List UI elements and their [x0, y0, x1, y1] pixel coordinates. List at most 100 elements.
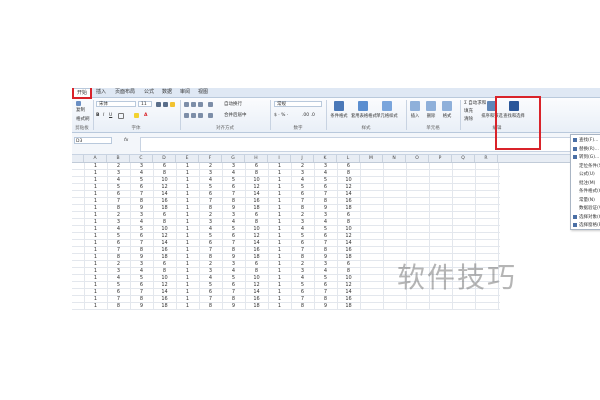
fill-color-icon[interactable] [134, 113, 139, 118]
table-cell[interactable]: 1 [176, 296, 199, 303]
table-cell[interactable]: 1 [176, 233, 199, 240]
table-cell[interactable]: 6 [222, 233, 245, 240]
table-cell[interactable]: 3 [199, 268, 222, 275]
tab-view[interactable]: 视图 [196, 88, 210, 97]
column-header[interactable]: C [130, 155, 153, 162]
table-cell[interactable]: 12 [245, 282, 268, 289]
table-cell[interactable]: 4 [291, 226, 314, 233]
table-cell[interactable]: 8 [314, 247, 337, 254]
table-cell[interactable]: 6 [130, 233, 153, 240]
table-cell[interactable]: 8 [222, 247, 245, 254]
table-cell[interactable]: 14 [337, 240, 360, 247]
table-cell[interactable]: 8 [222, 296, 245, 303]
table-cell[interactable]: 3 [222, 212, 245, 219]
table-cell[interactable]: 1 [84, 184, 107, 191]
table-cell[interactable]: 1 [84, 261, 107, 268]
table-cell[interactable]: 1 [84, 240, 107, 247]
table-cell[interactable]: 1 [268, 170, 291, 177]
table-cell[interactable]: 5 [291, 184, 314, 191]
table-cell[interactable]: 2 [199, 261, 222, 268]
table-cell[interactable]: 7 [130, 289, 153, 296]
table-cell[interactable]: 3 [314, 261, 337, 268]
table-cell[interactable]: 1 [84, 254, 107, 261]
column-header[interactable]: M [360, 155, 383, 162]
table-cell[interactable]: 3 [291, 268, 314, 275]
table-cell[interactable]: 9 [130, 205, 153, 212]
table-cell[interactable]: 4 [107, 226, 130, 233]
table-cell[interactable]: 1 [176, 184, 199, 191]
table-cell[interactable]: 1 [268, 289, 291, 296]
table-cell[interactable]: 12 [245, 233, 268, 240]
table-cell[interactable]: 14 [153, 240, 176, 247]
table-cell[interactable]: 1 [84, 163, 107, 170]
table-cell[interactable]: 8 [314, 198, 337, 205]
table-cell[interactable]: 4 [222, 219, 245, 226]
table-cell[interactable]: 3 [222, 261, 245, 268]
table-cell[interactable]: 1 [84, 177, 107, 184]
table-cell[interactable]: 6 [337, 261, 360, 268]
table-cell[interactable]: 18 [153, 303, 176, 310]
table-cell[interactable]: 1 [176, 282, 199, 289]
table-cell[interactable]: 1 [176, 275, 199, 282]
column-header[interactable]: J [291, 155, 314, 162]
table-cell[interactable]: 7 [107, 296, 130, 303]
table-cell[interactable]: 4 [314, 170, 337, 177]
autosum-button[interactable]: Σ 自动求和 [464, 100, 486, 107]
table-cell[interactable]: 7 [199, 296, 222, 303]
tab-insert[interactable]: 插入 [94, 88, 108, 97]
tab-data[interactable]: 数据 [160, 88, 174, 97]
table-cell[interactable]: 18 [153, 254, 176, 261]
table-cell[interactable]: 9 [222, 303, 245, 310]
column-header[interactable]: I [268, 155, 291, 162]
table-cell[interactable]: 8 [199, 303, 222, 310]
table-cell[interactable]: 3 [130, 212, 153, 219]
table-cell[interactable]: 3 [199, 219, 222, 226]
table-cell[interactable]: 7 [291, 247, 314, 254]
border-icon[interactable] [118, 113, 124, 119]
fill-button[interactable]: 填充 [464, 108, 473, 115]
table-cell[interactable]: 7 [222, 289, 245, 296]
table-cell[interactable]: 1 [268, 233, 291, 240]
table-cell[interactable]: 1 [268, 212, 291, 219]
font-size-select[interactable]: 11 [138, 101, 152, 107]
column-header[interactable]: F [199, 155, 222, 162]
format-table-button[interactable]: 套用表格格式 [351, 113, 377, 119]
table-cell[interactable]: 5 [199, 233, 222, 240]
table-cell[interactable]: 2 [199, 212, 222, 219]
table-cell[interactable]: 1 [176, 289, 199, 296]
copy-button[interactable]: 复制 [76, 107, 85, 114]
table-cell[interactable]: 5 [314, 275, 337, 282]
font-name-select[interactable]: 宋体 [96, 101, 136, 107]
shrink-font-icon[interactable] [163, 102, 168, 107]
table-cell[interactable]: 5 [107, 282, 130, 289]
table-cell[interactable]: 14 [245, 191, 268, 198]
column-header[interactable]: H [245, 155, 268, 162]
table-cell[interactable]: 6 [153, 163, 176, 170]
table-cell[interactable]: 2 [291, 212, 314, 219]
table-cell[interactable]: 7 [291, 296, 314, 303]
table-cell[interactable]: 4 [222, 170, 245, 177]
table-cell[interactable]: 8 [153, 219, 176, 226]
delete-cells-icon[interactable] [426, 101, 436, 111]
align-bottom-icon[interactable] [198, 102, 203, 107]
table-cell[interactable]: 8 [153, 170, 176, 177]
table-cell[interactable]: 8 [130, 296, 153, 303]
table-cell[interactable]: 3 [107, 219, 130, 226]
table-cell[interactable]: 8 [291, 254, 314, 261]
table-cell[interactable]: 7 [222, 191, 245, 198]
table-cell[interactable]: 16 [245, 247, 268, 254]
table-cell[interactable]: 1 [84, 191, 107, 198]
table-cell[interactable]: 8 [199, 254, 222, 261]
table-cell[interactable]: 4 [130, 219, 153, 226]
table-cell[interactable]: 5 [222, 275, 245, 282]
table-cell[interactable]: 1 [84, 275, 107, 282]
table-cell[interactable]: 14 [245, 289, 268, 296]
table-cell[interactable]: 8 [245, 170, 268, 177]
table-cell[interactable]: 18 [337, 205, 360, 212]
table-cell[interactable]: 18 [245, 254, 268, 261]
table-cell[interactable]: 12 [337, 184, 360, 191]
table-cell[interactable]: 6 [291, 240, 314, 247]
table-cell[interactable]: 6 [130, 184, 153, 191]
table-cell[interactable]: 8 [222, 198, 245, 205]
table-cell[interactable]: 18 [245, 205, 268, 212]
